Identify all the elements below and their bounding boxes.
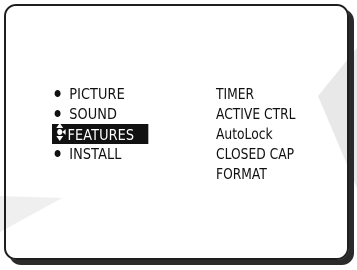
submenu-item-format[interactable]: FORMAT (216, 164, 323, 184)
bullet-dot-icon (54, 150, 61, 157)
submenu-item-closed-cap[interactable]: CLOSED CAP (216, 144, 323, 164)
menu-item-install[interactable]: INSTALL (52, 144, 181, 164)
menu-item-picture[interactable]: PICTURE (52, 84, 181, 104)
menu-item-sound[interactable]: SOUND (52, 104, 181, 124)
tv-osd-screen: PICTURE SOUND FEATURES INSTALL TIMER ACT… (0, 0, 357, 270)
menu-item-label: SOUND (69, 105, 117, 123)
bullet-dot-icon (54, 90, 61, 97)
submenu-item-active-ctrl[interactable]: ACTIVE CTRL (216, 104, 323, 124)
up-down-arrow-icon (54, 123, 66, 146)
menu-item-label: FEATURES (67, 126, 135, 144)
features-submenu: TIMER ACTIVE CTRL AutoLock CLOSED CAP FO… (216, 84, 346, 184)
menu-item-features[interactable]: FEATURES (52, 123, 149, 146)
submenu-item-timer[interactable]: TIMER (216, 84, 323, 104)
main-menu: PICTURE SOUND FEATURES INSTALL (52, 84, 202, 164)
submenu-item-autolock[interactable]: AutoLock (216, 124, 323, 144)
menu-item-label: INSTALL (69, 145, 122, 163)
bullet-dot-icon (54, 110, 61, 117)
menu-item-label: PICTURE (69, 85, 125, 103)
